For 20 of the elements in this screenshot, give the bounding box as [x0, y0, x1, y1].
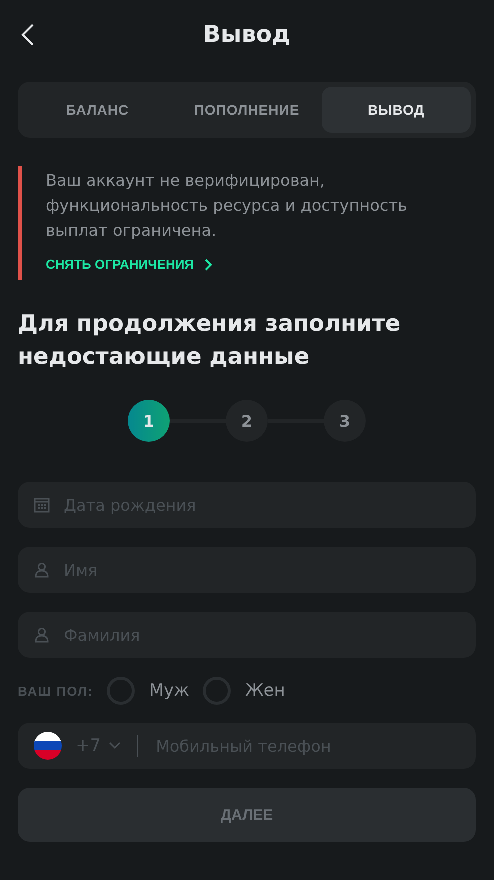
- gender-label: ВАШ ПОЛ:: [18, 684, 94, 698]
- person-icon: [34, 562, 50, 578]
- radio-label: Жен: [245, 681, 286, 701]
- flag-icon: [34, 732, 62, 760]
- person-icon: [34, 627, 50, 643]
- calendar-icon: [34, 497, 50, 513]
- step-indicator: 2: [226, 400, 268, 442]
- remove-restrictions-link[interactable]: СНЯТЬ ОГРАНИЧЕНИЯ: [46, 257, 212, 278]
- page-title: Вывод: [203, 22, 291, 48]
- chevron-right-icon: [204, 258, 212, 270]
- form-heading: Для продолжения заполните недостающие данные: [18, 310, 402, 372]
- tab[interactable]: ВЫВОД: [322, 87, 471, 133]
- chevron-down-icon: [109, 742, 122, 750]
- step-indicator: 1: [128, 400, 170, 442]
- tab[interactable]: БАЛАНС: [23, 87, 172, 133]
- warning-message: Ваш аккаунт не верифицирован, функциональность ресурса и доступность выплат ограничена.: [46, 170, 408, 242]
- step-indicator: 3: [324, 400, 366, 442]
- radio-label: Муж: [149, 681, 190, 701]
- back-icon[interactable]: [21, 23, 35, 47]
- tab[interactable]: ПОПОЛНЕНИЕ: [172, 87, 322, 133]
